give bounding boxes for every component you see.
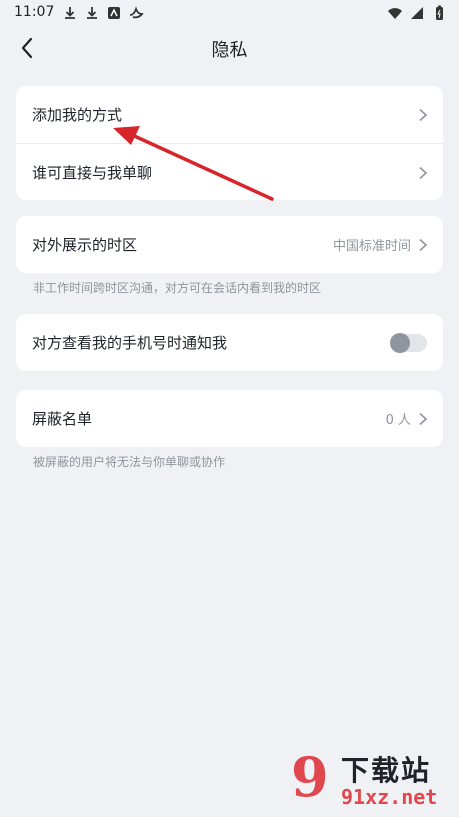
blocklist-label: 屏蔽名单	[32, 410, 93, 428]
page-title: 隐私	[211, 40, 248, 61]
phone-notify-row: 对方查看我的手机号时通知我	[16, 314, 443, 371]
phone-notify-card: 对方查看我的手机号时通知我	[16, 314, 443, 371]
status-bar: 11:07	[0, 0, 459, 28]
watermark-brand: 下载站	[341, 754, 432, 787]
direct-chat-permission-row[interactable]: 谁可直接与我单聊	[16, 143, 443, 200]
chevron-right-icon	[419, 108, 428, 121]
download-icon	[87, 7, 97, 19]
timezone-card: 对外展示的时区 中国标准时间	[16, 216, 443, 273]
timezone-label: 对外展示的时区	[32, 236, 138, 254]
timezone-row[interactable]: 对外展示的时区 中国标准时间	[16, 216, 443, 273]
blocklist-note: 被屏蔽的用户将无法与你单聊或协作	[33, 455, 226, 469]
bird-notification-icon	[129, 6, 144, 19]
contact-settings-card: 添加我的方式 谁可直接与我单聊	[16, 86, 443, 200]
toggle-knob	[390, 332, 410, 353]
blocklist-row[interactable]: 屏蔽名单 0 人	[16, 390, 443, 447]
page-header: 隐私	[0, 28, 459, 68]
wifi-icon	[388, 8, 402, 19]
signal-icon	[411, 7, 423, 19]
site-watermark: 9 下载站 91xz.net	[291, 747, 451, 813]
phone-notify-toggle[interactable]	[390, 332, 427, 353]
system-icons	[387, 5, 447, 21]
download-icon	[65, 7, 75, 19]
direct-chat-permission-label: 谁可直接与我单聊	[32, 163, 153, 182]
blocklist-card: 屏蔽名单 0 人	[16, 390, 443, 447]
chevron-right-icon	[419, 238, 428, 251]
battery-icon	[436, 5, 443, 20]
add-me-method-label: 添加我的方式	[32, 106, 123, 124]
phone-notify-label: 对方查看我的手机号时通知我	[32, 334, 228, 352]
add-me-method-row[interactable]: 添加我的方式	[16, 86, 443, 143]
blocklist-count: 0 人	[385, 413, 411, 428]
timezone-value: 中国标准时间	[332, 239, 411, 254]
chevron-right-icon	[419, 412, 428, 425]
app-notification-icon	[108, 7, 120, 19]
watermark-logo: 9	[291, 745, 329, 809]
watermark-url: 91xz.net	[341, 785, 438, 809]
chevron-right-icon	[419, 166, 428, 179]
timezone-note: 非工作时间跨时区沟通，对方可在会话内看到我的时区	[33, 281, 322, 295]
status-time: 11:07	[14, 4, 55, 20]
notification-icons	[62, 5, 144, 21]
